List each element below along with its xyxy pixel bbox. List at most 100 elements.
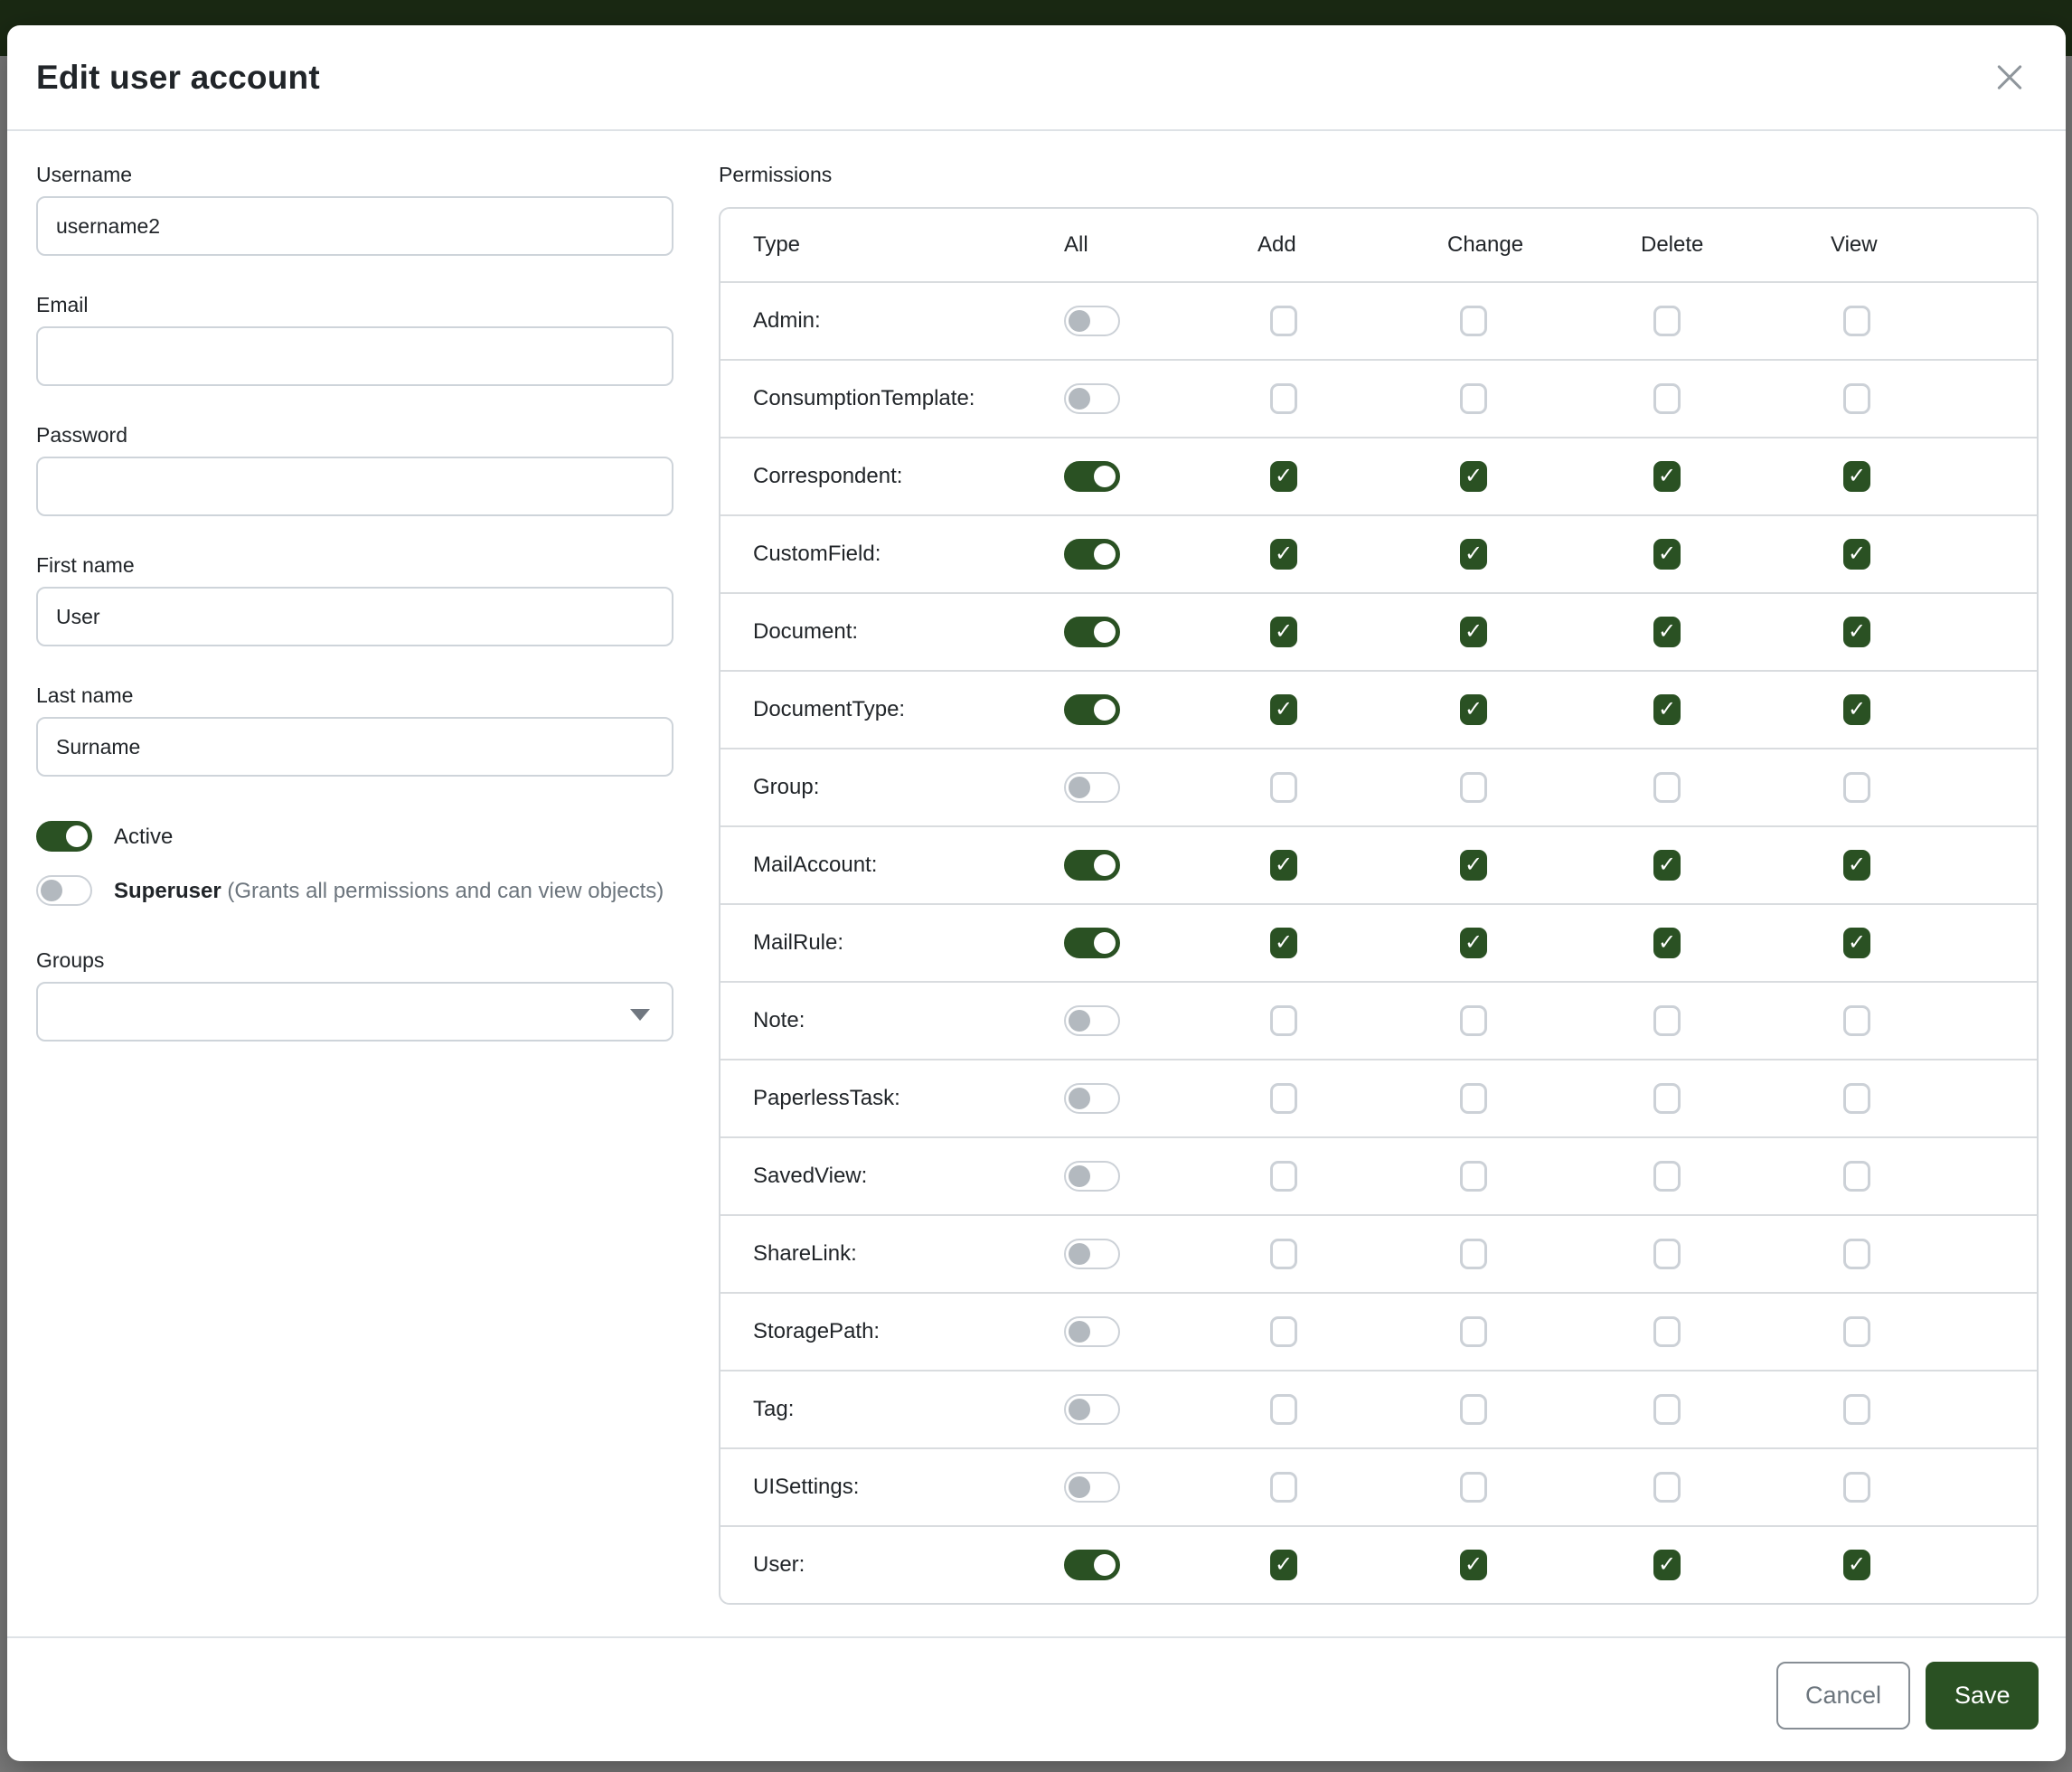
permission-all-toggle[interactable]: [1064, 694, 1120, 725]
permission-view-checkbox[interactable]: [1843, 694, 1870, 725]
permission-delete-checkbox[interactable]: [1653, 850, 1681, 881]
permission-view-checkbox[interactable]: [1843, 617, 1870, 647]
permission-all-toggle[interactable]: [1064, 1083, 1120, 1114]
permission-add-checkbox[interactable]: [1270, 383, 1297, 414]
permission-change-checkbox[interactable]: [1460, 617, 1487, 647]
permission-add-checkbox[interactable]: [1270, 1005, 1297, 1036]
permission-all-toggle[interactable]: [1064, 772, 1120, 803]
permission-view-checkbox[interactable]: [1843, 461, 1870, 492]
permission-all-toggle[interactable]: [1064, 461, 1120, 492]
permission-add-checkbox[interactable]: [1270, 461, 1297, 492]
permission-change-checkbox[interactable]: [1460, 1005, 1487, 1036]
password-input[interactable]: [36, 457, 673, 516]
permission-change-checkbox[interactable]: [1460, 1083, 1487, 1114]
permission-all-toggle[interactable]: [1064, 928, 1120, 958]
permission-all-toggle[interactable]: [1064, 1316, 1120, 1347]
permission-view-checkbox[interactable]: [1843, 383, 1870, 414]
email-input[interactable]: [36, 326, 673, 386]
permission-change-checkbox[interactable]: [1460, 1161, 1487, 1192]
permission-add-checkbox[interactable]: [1270, 1083, 1297, 1114]
permission-all-toggle[interactable]: [1064, 617, 1120, 647]
dialog-body: Username Email Password First name Last …: [7, 131, 2066, 1636]
permission-change-checkbox[interactable]: [1460, 850, 1487, 881]
permission-delete-checkbox[interactable]: [1653, 694, 1681, 725]
permission-change-checkbox[interactable]: [1460, 306, 1487, 336]
permission-delete-checkbox[interactable]: [1653, 617, 1681, 647]
permission-delete-checkbox[interactable]: [1653, 539, 1681, 570]
permission-all-toggle[interactable]: [1064, 850, 1120, 881]
active-toggle[interactable]: [36, 821, 92, 852]
permission-add-checkbox[interactable]: [1270, 539, 1297, 570]
permission-view-checkbox[interactable]: [1843, 1083, 1870, 1114]
permission-view-checkbox[interactable]: [1843, 772, 1870, 803]
permission-add-checkbox[interactable]: [1270, 1394, 1297, 1425]
permission-add-checkbox[interactable]: [1270, 1472, 1297, 1503]
permission-delete-checkbox[interactable]: [1653, 1083, 1681, 1114]
permission-add-checkbox[interactable]: [1270, 850, 1297, 881]
permission-view-checkbox[interactable]: [1843, 928, 1870, 958]
permission-delete-checkbox[interactable]: [1653, 1239, 1681, 1269]
permission-delete-checkbox[interactable]: [1653, 1005, 1681, 1036]
permission-change-checkbox[interactable]: [1460, 539, 1487, 570]
permission-delete-checkbox[interactable]: [1653, 1550, 1681, 1580]
permission-row: ShareLink:: [720, 1214, 2037, 1292]
cancel-button[interactable]: Cancel: [1776, 1662, 1910, 1730]
permission-change-checkbox[interactable]: [1460, 1316, 1487, 1347]
permission-delete-checkbox[interactable]: [1653, 928, 1681, 958]
permission-view-checkbox[interactable]: [1843, 1472, 1870, 1503]
permission-delete-checkbox[interactable]: [1653, 1394, 1681, 1425]
permission-delete-checkbox[interactable]: [1653, 1161, 1681, 1192]
groups-label: Groups: [36, 948, 673, 973]
username-input[interactable]: [36, 196, 673, 256]
permission-all-toggle[interactable]: [1064, 1550, 1120, 1580]
permission-change-checkbox[interactable]: [1460, 1239, 1487, 1269]
permission-delete-checkbox[interactable]: [1653, 383, 1681, 414]
permission-delete-checkbox[interactable]: [1653, 461, 1681, 492]
permission-change-checkbox[interactable]: [1460, 772, 1487, 803]
permission-delete-checkbox[interactable]: [1653, 306, 1681, 336]
permission-delete-checkbox[interactable]: [1653, 772, 1681, 803]
last-name-input[interactable]: [36, 717, 673, 777]
permission-view-checkbox[interactable]: [1843, 1316, 1870, 1347]
permission-delete-checkbox[interactable]: [1653, 1472, 1681, 1503]
permission-change-checkbox[interactable]: [1460, 928, 1487, 958]
permission-add-checkbox[interactable]: [1270, 772, 1297, 803]
permission-row: SavedView:: [720, 1136, 2037, 1214]
permission-change-checkbox[interactable]: [1460, 1472, 1487, 1503]
permission-add-checkbox[interactable]: [1270, 1550, 1297, 1580]
permission-view-checkbox[interactable]: [1843, 1394, 1870, 1425]
groups-select[interactable]: [36, 982, 673, 1042]
permission-view-checkbox[interactable]: [1843, 1239, 1870, 1269]
permission-view-checkbox[interactable]: [1843, 1005, 1870, 1036]
permission-all-toggle[interactable]: [1064, 1161, 1120, 1192]
permission-view-checkbox[interactable]: [1843, 1161, 1870, 1192]
permission-all-toggle[interactable]: [1064, 1394, 1120, 1425]
permission-all-toggle[interactable]: [1064, 306, 1120, 336]
first-name-input[interactable]: [36, 587, 673, 646]
permission-change-checkbox[interactable]: [1460, 694, 1487, 725]
permission-add-checkbox[interactable]: [1270, 306, 1297, 336]
permission-change-checkbox[interactable]: [1460, 1550, 1487, 1580]
permission-view-checkbox[interactable]: [1843, 850, 1870, 881]
permission-change-checkbox[interactable]: [1460, 461, 1487, 492]
permission-all-toggle[interactable]: [1064, 383, 1120, 414]
permission-view-checkbox[interactable]: [1843, 306, 1870, 336]
permission-add-checkbox[interactable]: [1270, 1239, 1297, 1269]
permission-add-checkbox[interactable]: [1270, 1161, 1297, 1192]
permission-view-checkbox[interactable]: [1843, 1550, 1870, 1580]
permission-add-checkbox[interactable]: [1270, 1316, 1297, 1347]
permission-add-checkbox[interactable]: [1270, 694, 1297, 725]
permission-delete-checkbox[interactable]: [1653, 1316, 1681, 1347]
permission-all-toggle[interactable]: [1064, 539, 1120, 570]
permission-add-checkbox[interactable]: [1270, 928, 1297, 958]
permission-view-checkbox[interactable]: [1843, 539, 1870, 570]
permission-change-checkbox[interactable]: [1460, 383, 1487, 414]
superuser-toggle[interactable]: [36, 875, 92, 906]
save-button[interactable]: Save: [1926, 1662, 2039, 1730]
permission-all-toggle[interactable]: [1064, 1005, 1120, 1036]
permission-all-toggle[interactable]: [1064, 1239, 1120, 1269]
permission-add-checkbox[interactable]: [1270, 617, 1297, 647]
permission-change-checkbox[interactable]: [1460, 1394, 1487, 1425]
close-icon[interactable]: [1990, 58, 2030, 98]
permission-all-toggle[interactable]: [1064, 1472, 1120, 1503]
